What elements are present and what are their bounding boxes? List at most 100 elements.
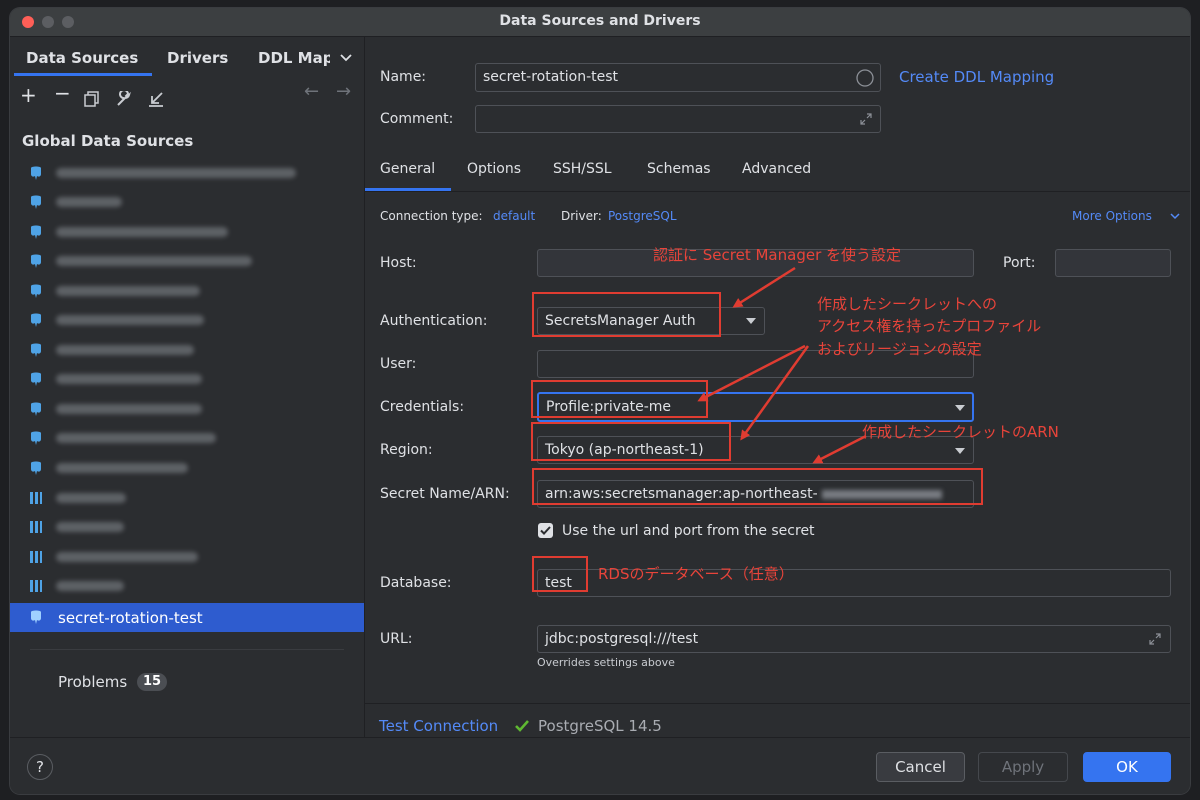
annotation-profile-note-line2: アクセス権を持ったプロファイル [817,317,1042,335]
remove-icon[interactable]: − [54,81,71,105]
postgresql-icon [31,343,41,357]
active-tab-underline [14,73,152,76]
redis-icon [30,492,42,504]
connection-type-link[interactable]: default [493,209,535,223]
import-icon[interactable] [148,91,164,107]
annotation-box-authentication [532,292,721,337]
add-icon[interactable]: + [20,83,37,107]
dropdown-arrow-icon [955,405,965,411]
cancel-button[interactable]: Cancel [876,752,965,782]
user-label: User: [380,356,417,372]
annotation-auth-note: 認証に Secret Manager を使う設定 [653,246,901,264]
credentials-label: Credentials: [380,399,465,415]
list-item[interactable] [10,425,364,451]
postgresql-icon [31,372,41,386]
expand-icon[interactable] [1148,632,1162,646]
annotation-box-region [531,422,731,461]
postgresql-icon [31,195,41,209]
list-item[interactable] [10,307,364,333]
annotation-db-note: RDSのデータベース（任意） [598,565,794,583]
divider [30,649,344,650]
main-panel: Name: secret-rotation-test Create DDL Ma… [365,37,1190,737]
check-success-icon [515,720,529,732]
postgresql-icon [31,402,41,416]
divider [365,703,1190,704]
chevron-down-icon [1170,213,1180,220]
section-title: Global Data Sources [22,132,194,150]
dropdown-arrow-icon [955,448,965,454]
copy-icon[interactable] [84,91,100,107]
forward-arrow-icon[interactable]: → [336,81,351,102]
connection-type-label: Connection type: [380,209,483,223]
list-item[interactable] [10,455,364,481]
list-item[interactable] [10,485,364,511]
list-item[interactable] [10,514,364,540]
postgresql-icon [31,284,41,298]
postgresql-icon [31,610,41,624]
use-url-checkbox-label: Use the url and port from the secret [562,523,815,539]
apply-button[interactable]: Apply [978,752,1068,782]
color-circle-icon[interactable] [855,68,875,88]
database-label: Database: [380,575,452,591]
use-url-checkbox[interactable] [538,523,553,538]
problems-count-badge: 15 [137,673,167,691]
name-input[interactable]: secret-rotation-test [475,63,881,92]
postgresql-icon [31,254,41,268]
list-item[interactable] [10,278,364,304]
list-item-selected[interactable]: secret-rotation-test [10,603,364,632]
url-label: URL: [380,631,413,647]
postgresql-icon [31,166,41,180]
chevron-down-icon[interactable] [340,53,352,63]
tab-general[interactable]: General [380,161,435,177]
wrench-icon[interactable] [116,91,132,107]
connection-status: PostgreSQL 14.5 [538,717,662,735]
port-input[interactable] [1055,249,1171,277]
tab-advanced[interactable]: Advanced [742,161,811,177]
selected-item-label: secret-rotation-test [58,609,203,627]
annotation-profile-note-line3: およびリージョンの設定 [817,340,982,358]
tab-data-sources[interactable]: Data Sources [26,49,138,67]
list-item[interactable] [10,396,364,422]
comment-input[interactable] [475,105,881,133]
host-label: Host: [380,255,417,271]
help-icon[interactable]: ? [27,754,53,780]
dropdown-arrow-icon [746,318,756,324]
checkmark-icon [540,526,551,535]
annotation-arn-note: 作成したシークレットのARN [862,423,1059,441]
list-item[interactable] [10,248,364,274]
authentication-label: Authentication: [380,313,488,329]
postgresql-icon [31,225,41,239]
more-options-link[interactable]: More Options [1072,209,1152,223]
comment-label: Comment: [380,111,454,127]
ok-button[interactable]: OK [1083,752,1171,782]
create-ddl-mapping-link[interactable]: Create DDL Mapping [899,68,1054,86]
expand-icon[interactable] [859,112,873,126]
tab-schemas[interactable]: Schemas [647,161,711,177]
list-item[interactable] [10,160,364,186]
tab-ddl-mappings[interactable]: DDL Map [258,49,330,67]
list-item[interactable] [10,337,364,363]
url-input[interactable]: jdbc:postgresql:///test [537,625,1171,653]
driver-link[interactable]: PostgreSQL [608,209,677,223]
title-bar: Data Sources and Drivers [10,8,1190,37]
window-title: Data Sources and Drivers [499,13,701,29]
list-item[interactable] [10,219,364,245]
tab-drivers[interactable]: Drivers [167,49,228,67]
redis-icon [30,580,42,592]
tab-ssh-ssl[interactable]: SSH/SSL [553,161,612,177]
divider [365,191,1190,192]
list-item[interactable] [10,573,364,599]
problems-label[interactable]: Problems [58,673,127,691]
test-connection-link[interactable]: Test Connection [379,717,498,735]
redis-icon [30,521,42,533]
region-label: Region: [380,442,433,458]
back-arrow-icon[interactable]: ← [304,81,319,102]
footer: ? Cancel Apply OK [10,737,1190,794]
name-label: Name: [380,69,427,85]
annotation-box-credentials [531,380,708,418]
list-item[interactable] [10,366,364,392]
list-item[interactable] [10,544,364,570]
list-item[interactable] [10,189,364,215]
postgresql-icon [31,431,41,445]
tab-options[interactable]: Options [467,161,521,177]
